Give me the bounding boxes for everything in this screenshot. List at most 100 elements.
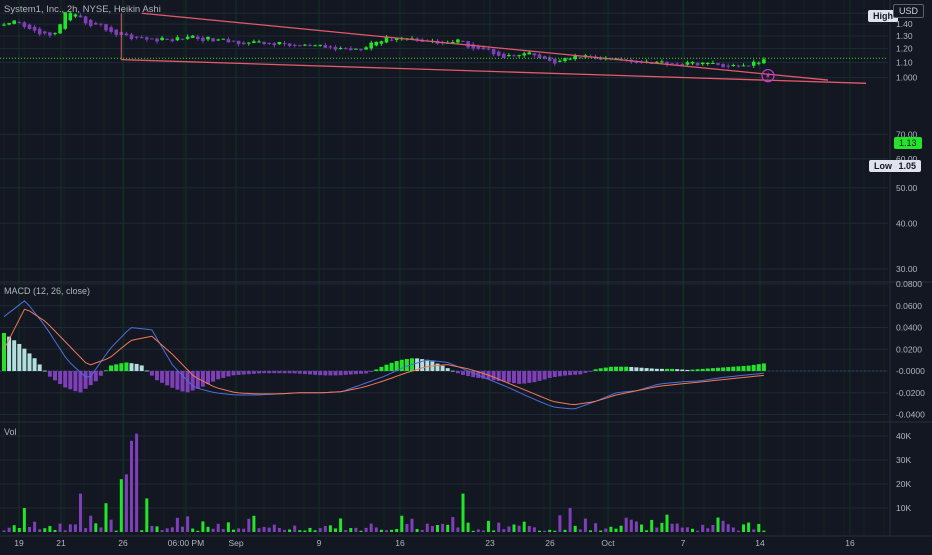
candle-body [741, 65, 746, 67]
volume-bar [237, 528, 241, 532]
currency-selector[interactable]: USD [893, 4, 925, 18]
volume-bar [405, 523, 409, 532]
macd-tick-label: 0.0400 [896, 323, 922, 333]
time-tick-label: 9 [317, 538, 322, 548]
macd-histogram-bar [445, 368, 450, 372]
macd-histogram-bar [629, 366, 634, 372]
candle-body [170, 39, 175, 42]
macd-histogram-bar [68, 371, 73, 390]
candle-body [558, 60, 562, 62]
macd-histogram-bar [710, 368, 715, 372]
time-tick-label: 14 [755, 538, 765, 548]
candle-body [287, 43, 292, 46]
macd-histogram-bar [165, 371, 170, 386]
macd-histogram-bar [200, 371, 205, 387]
volume-bar [114, 530, 118, 532]
candle-body [282, 43, 287, 45]
price-tick-label: 1.40 [896, 19, 913, 29]
candle-body [660, 61, 664, 63]
candle-body [145, 37, 149, 40]
price-tick-label: 1.10 [896, 58, 913, 68]
macd-histogram-bar [170, 371, 175, 388]
volume-bar [145, 498, 149, 532]
time-tick-label: 21 [56, 538, 66, 548]
candle-body [716, 63, 720, 65]
macd-histogram-bar [517, 371, 522, 384]
trading-chart[interactable]: 1.501.401.301.201.101.00070.0060.0050.00… [0, 0, 932, 550]
macd-histogram-bar [134, 363, 139, 372]
candle-body [216, 39, 220, 41]
macd-histogram-bar [619, 366, 624, 372]
candle-body [12, 20, 16, 24]
volume-bar [73, 524, 77, 532]
time-tick-label: 26 [118, 538, 128, 548]
volume-bar [196, 530, 200, 532]
candle-body [180, 38, 185, 40]
volume-bar [155, 526, 159, 532]
volume-bar [7, 527, 11, 532]
volume-bar [757, 523, 761, 532]
volume-bar [135, 433, 139, 532]
volume-bar [79, 493, 82, 532]
macd-histogram-bar [578, 371, 583, 375]
macd-histogram-bar [741, 365, 746, 372]
macd-histogram-bar [761, 363, 766, 372]
candle-body [359, 48, 363, 51]
volume-bar [446, 524, 450, 532]
macd-histogram-bar [109, 365, 114, 372]
volume-bar [181, 526, 184, 532]
candle-body [522, 53, 526, 56]
volume-bar [43, 528, 47, 532]
volume-bar [242, 528, 246, 532]
volume-bar [339, 518, 343, 532]
candle-body [175, 37, 180, 41]
macd-histogram-bar [506, 371, 511, 383]
volume-bar [680, 527, 684, 532]
macd-histogram-bar [756, 364, 761, 372]
candle-body [155, 38, 159, 42]
volume-bar [553, 530, 557, 532]
volume-bar [532, 527, 536, 532]
last-price-badge: 1.13 [894, 137, 922, 149]
candle-body [323, 45, 328, 48]
macd-histogram-bar [552, 371, 557, 378]
volume-bar [497, 522, 501, 532]
volume-bar [288, 529, 292, 532]
volume-bar [675, 523, 679, 532]
volume-bar [33, 521, 37, 532]
volume-bar [293, 525, 297, 532]
volume-bar [38, 529, 42, 532]
candle-body [201, 37, 205, 41]
macd-histogram-bar [705, 368, 710, 372]
volume-bar [109, 519, 113, 532]
macd-histogram-bar [695, 369, 700, 372]
candle-body [109, 27, 113, 32]
time-axis[interactable]: 19 21 26 06:00 PM Sep 9 16 23 26 Oct 7 14 16 [14, 538, 855, 548]
volume-bar [63, 530, 67, 532]
macd-histogram-bar [491, 371, 496, 381]
candle-body [267, 42, 271, 44]
volume-bar [68, 524, 72, 532]
volume-bar [334, 528, 337, 532]
volume-bar [277, 527, 281, 532]
macd-histogram-bar [211, 371, 216, 382]
macd-histogram-bar [716, 367, 720, 372]
volume-bar [451, 517, 455, 532]
macd-histogram-bar [73, 371, 78, 392]
volume-bar [492, 530, 496, 532]
price-axis[interactable]: 1.501.401.301.201.101.00070.0060.0050.00… [896, 8, 925, 513]
volume-bar [272, 524, 276, 532]
volume-bar [303, 530, 307, 532]
volume-bar [313, 530, 317, 532]
candle-body [517, 55, 521, 57]
candle-body [512, 55, 516, 57]
candle-body [27, 24, 32, 30]
macd-histogram-bar [608, 366, 613, 372]
macd-histogram-bar [583, 371, 588, 373]
volume-bar [170, 527, 174, 532]
volume-bar [512, 524, 516, 532]
candle-body [700, 62, 705, 65]
candle-body [43, 31, 47, 34]
macd-histogram-bar [598, 368, 603, 372]
macd-histogram-bar [512, 371, 516, 384]
